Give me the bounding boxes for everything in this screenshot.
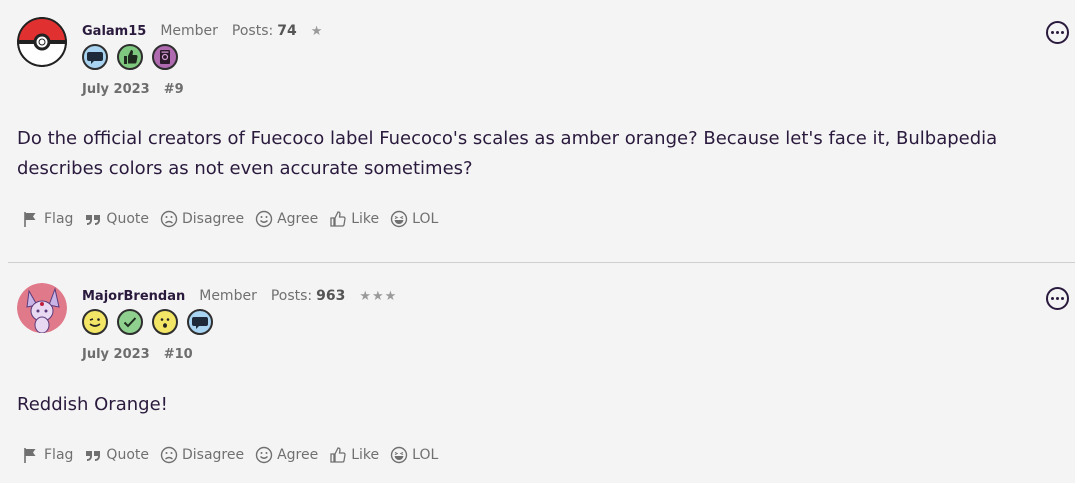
username[interactable]: MajorBrendan	[82, 289, 185, 304]
avatar[interactable]	[17, 283, 67, 333]
rank-stars: ★★★	[359, 289, 398, 304]
disagree-face-icon	[160, 210, 178, 228]
disagree-label: Disagree	[181, 211, 245, 227]
agree-button[interactable]: Agree	[255, 446, 318, 464]
laugh-face-icon	[390, 210, 408, 228]
quote-icon	[86, 451, 101, 461]
post-date-row: July 2023 #10	[82, 347, 193, 362]
username[interactable]: Galam15	[82, 24, 146, 39]
post-body: Do the official creators of Fuecoco labe…	[17, 128, 998, 179]
lol-button[interactable]: LOL	[390, 446, 438, 464]
agree-button[interactable]: Agree	[255, 210, 318, 228]
flag-button[interactable]: Flag	[22, 446, 73, 464]
like-thumb-icon	[330, 447, 346, 463]
disagree-button[interactable]: Disagree	[160, 446, 244, 464]
agree-face-icon	[255, 446, 273, 464]
disagree-label: Disagree	[181, 447, 245, 463]
post-body: Reddish Orange!	[17, 394, 168, 415]
post-date-row: July 2023 #9	[82, 82, 184, 97]
user-meta: MajorBrendan Member Posts: 963 ★★★	[82, 288, 397, 304]
disagree-face-icon	[160, 446, 178, 464]
quote-button[interactable]: Quote	[84, 446, 149, 464]
more-options-icon[interactable]	[1046, 21, 1069, 44]
post-date[interactable]: July 2023	[82, 347, 150, 362]
post-9: Galam15 Member Posts: 74 ★ July 2023 #9 …	[0, 0, 1075, 262]
like-thumb-icon	[330, 211, 346, 227]
espeon-icon	[17, 283, 67, 333]
quote-label: Quote	[106, 447, 149, 463]
user-role: Member	[199, 288, 257, 304]
wink-face-icon[interactable]	[82, 309, 108, 335]
post-actions: Flag Quote Disagree Agree Like LOL	[22, 210, 438, 228]
thumbs-up-icon[interactable]	[117, 44, 143, 70]
flag-button[interactable]: Flag	[22, 210, 73, 228]
more-options-icon[interactable]	[1046, 287, 1069, 310]
user-meta: Galam15 Member Posts: 74 ★	[82, 23, 323, 39]
lol-label: LOL	[412, 211, 439, 227]
disagree-button[interactable]: Disagree	[160, 210, 244, 228]
post-number[interactable]: #9	[164, 82, 184, 97]
flag-icon	[24, 212, 36, 227]
speech-bubble-icon[interactable]	[82, 44, 108, 70]
agree-label: Agree	[277, 211, 319, 227]
quote-icon	[86, 215, 101, 225]
rank-stars: ★	[310, 24, 324, 39]
quote-label: Quote	[106, 211, 149, 227]
like-button[interactable]: Like	[329, 210, 379, 228]
flag-icon	[24, 448, 36, 463]
notebook-icon[interactable]	[152, 44, 178, 70]
badge-list	[82, 309, 213, 335]
post-number[interactable]: #10	[164, 347, 193, 362]
flag-label: Flag	[44, 447, 74, 463]
post-date[interactable]: July 2023	[82, 82, 150, 97]
posts-label: Posts:	[270, 288, 313, 304]
quote-button[interactable]: Quote	[84, 210, 149, 228]
speech-bubble-icon[interactable]	[187, 309, 213, 335]
post-actions: Flag Quote Disagree Agree Like LOL	[22, 446, 438, 464]
agree-label: Agree	[277, 447, 319, 463]
like-label: Like	[351, 211, 380, 227]
avatar[interactable]	[17, 17, 67, 67]
badge-list	[82, 44, 178, 70]
posts-count: 74	[277, 23, 297, 39]
post-10: MajorBrendan Member Posts: 963 ★★★ July …	[0, 263, 1075, 483]
like-button[interactable]: Like	[329, 446, 379, 464]
agree-face-icon	[255, 210, 273, 228]
user-role: Member	[160, 23, 218, 39]
posts-label: Posts:	[231, 23, 274, 39]
posts-count: 963	[316, 288, 346, 304]
surprised-face-icon[interactable]	[152, 309, 178, 335]
pokeball-icon	[17, 17, 67, 67]
checkmark-icon[interactable]	[117, 309, 143, 335]
lol-button[interactable]: LOL	[390, 210, 438, 228]
laugh-face-icon	[390, 446, 408, 464]
flag-label: Flag	[44, 211, 74, 227]
lol-label: LOL	[412, 447, 439, 463]
like-label: Like	[351, 447, 380, 463]
